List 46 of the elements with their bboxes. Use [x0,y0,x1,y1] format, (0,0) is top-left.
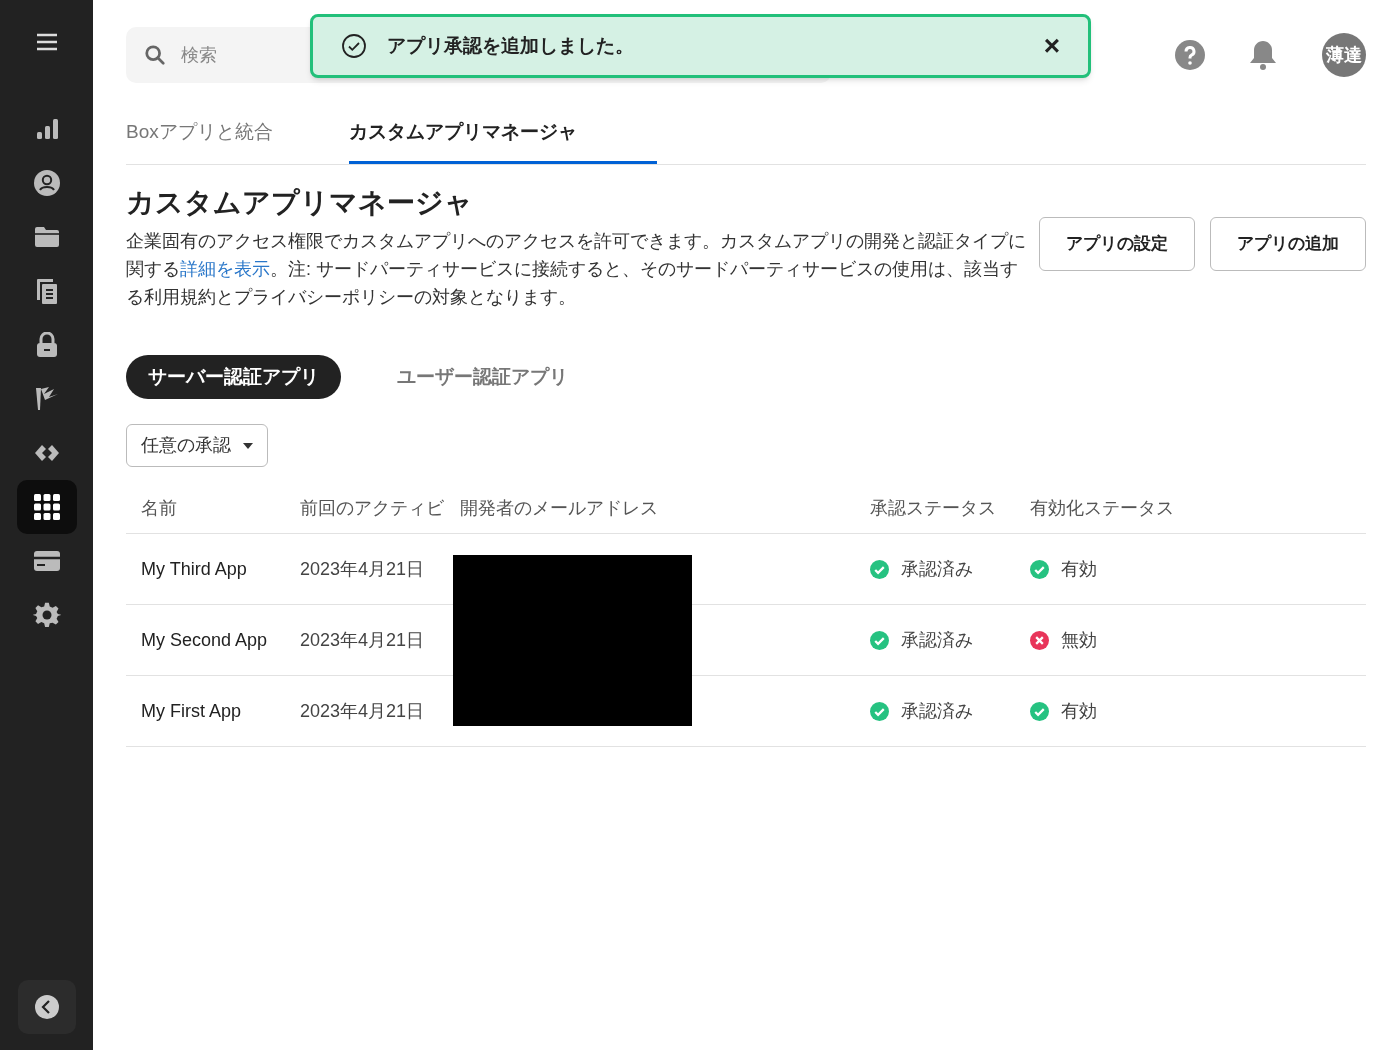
gear-icon [32,601,61,629]
column-header: 開発者のメールアドレス [460,498,658,518]
date-text: 2023年4月21日 [300,558,425,579]
help-icon[interactable] [1174,39,1206,71]
status-text: 有効 [1061,699,1097,723]
caret-icon [243,442,253,449]
date-text: 2023年4月21日 [300,700,425,721]
folder-icon [33,226,60,248]
toast-message: アプリ承認を追加しました。 [387,33,635,58]
status-text: 無効 [1061,628,1097,652]
column-header: 承認ステータス [870,498,996,518]
add-app-button[interactable]: アプリの追加 [1210,217,1366,271]
column-header: 名前 [141,498,177,518]
chart-icon [34,117,59,141]
collapse-sidebar-button[interactable] [17,980,76,1034]
status-text: 有効 [1061,557,1097,581]
app-settings-button[interactable]: アプリの設定 [1039,217,1195,271]
app-type-tab[interactable]: サーバー認証アプリ [126,355,341,399]
bell-icon[interactable] [1248,39,1278,71]
avatar[interactable]: 薄達 [1322,33,1366,77]
page-description: 企業固有のアクセス権限でカスタムアプリへのアクセスを許可できます。カスタムアプリの開発と認証タイプに関する詳細を表示。注: サードパーティサービスに接続すると、そのサードパーティサービスの使用は、該当する利用規約とプライバシーポリシーの対象となります。 [126,230,1027,309]
menu-icon[interactable] [34,32,59,52]
close-button[interactable]: × [1043,32,1060,60]
grid-icon [33,494,60,520]
tab[interactable]: Boxアプリと統合 [126,109,273,164]
status-text: 承認済み [901,557,973,581]
approval-filter-dropdown[interactable]: 任意の承認 [126,424,268,467]
column-header: 前回のアクティビ [300,498,444,518]
tab[interactable]: カスタムアプリマネージャ [348,109,657,164]
check-circle-icon [341,33,367,59]
page-title: カスタムアプリマネージャ [126,186,474,220]
sidebar-item[interactable] [16,480,77,534]
date-text: 2023年4月21日 [300,629,425,650]
app-name: My Third App [141,558,247,579]
status-text: 承認済み [901,699,973,723]
details-link[interactable]: 詳細を表示 [180,259,270,279]
lock-icon [35,332,58,358]
app-name: My First App [141,700,242,721]
app-name: My Second App [141,629,268,650]
user-icon [32,169,61,197]
column-header: 有効化ステータス [1030,498,1174,518]
card-icon [33,551,60,571]
chevron-left-icon [33,994,60,1020]
search-icon [144,44,166,66]
documents-icon [34,277,59,305]
status-text: 承認済み [901,628,973,652]
